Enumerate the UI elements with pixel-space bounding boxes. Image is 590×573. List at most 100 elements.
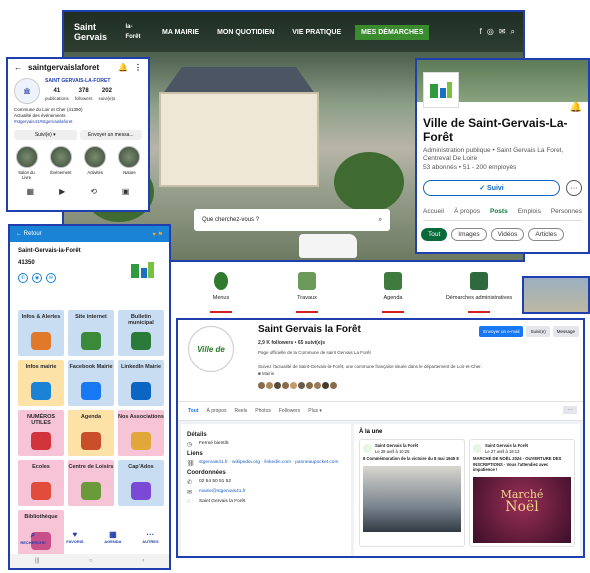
mail-icon[interactable]: ✉ <box>46 273 56 283</box>
app-tile[interactable]: Bulletin municipal <box>118 310 164 356</box>
app-tile[interactable]: Infos & Alertes <box>18 310 64 356</box>
repost-icon[interactable]: ⟲ <box>90 187 97 196</box>
tab-tout[interactable]: Tout <box>188 408 198 414</box>
nav-autres[interactable]: ··· AUTRES <box>142 530 158 554</box>
logo-text-line1: Saint Gervais <box>74 22 108 42</box>
tab-a-propos[interactable]: À propos <box>206 408 226 414</box>
chip-videos[interactable]: Vidéos <box>490 228 525 241</box>
chip-tout[interactable]: Tout <box>421 228 448 241</box>
app-tile[interactable]: Site internet <box>68 310 114 356</box>
heart-icon: ♥ <box>72 530 78 539</box>
facebook-header: Ville de Saint Gervais la Forêt 2,9 K fo… <box>178 320 583 402</box>
reels-icon[interactable]: ▶ <box>59 187 65 196</box>
recents-icon[interactable]: ||| <box>35 558 40 564</box>
back-arrow-icon[interactable]: ← <box>14 63 22 72</box>
stat-following[interactable]: 202 suivi(e)s <box>99 88 116 103</box>
bio-hashtags[interactable]: #stgervais41#stgervaislaforet <box>14 119 142 125</box>
send-email-button[interactable]: Envoyer un e-mail <box>479 326 524 337</box>
links-list[interactable]: stgervais41.fr · wikipedia.org · linkedi… <box>199 460 338 465</box>
quick-link-travaux[interactable]: Travaux <box>264 266 350 316</box>
facebook-category: ■ Mairie <box>258 371 275 376</box>
quick-link-agenda[interactable]: Agenda <box>350 266 436 316</box>
phone-icon[interactable]: ✆ <box>18 273 28 283</box>
app-tile[interactable]: NUMÉROS UTILES <box>18 410 64 456</box>
stat-publications[interactable]: 41 publications <box>45 88 69 103</box>
back-icon[interactable]: ‹ <box>142 558 144 564</box>
following-button[interactable]: Suivi(e) ▾ <box>14 130 77 140</box>
app-tile[interactable]: LinkedIn Mairie <box>118 360 164 406</box>
quick-link-demarches[interactable]: Démarches administratives <box>436 266 522 316</box>
tab-emplois[interactable]: Emplois <box>518 208 541 215</box>
nav-mon-quotidien[interactable]: MON QUOTIDIEN <box>217 29 274 36</box>
nav-ma-mairie[interactable]: MA MAIRIE <box>162 29 199 36</box>
tagged-icon[interactable]: ▣ <box>122 187 130 196</box>
website-logo[interactable]: Saint Gervais la-Forêt <box>74 17 144 47</box>
app-tile[interactable]: Cap'Ados <box>118 460 164 506</box>
tab-posts[interactable]: Posts <box>490 208 508 215</box>
more-options-button[interactable]: ··· <box>566 180 582 196</box>
quick-link-menus[interactable]: Menus <box>178 266 264 316</box>
nav-agenda[interactable]: ▦ AGENDA <box>104 530 121 554</box>
featured-post[interactable]: Saint Gervais la Forêt Le 28 avril à 10:2… <box>359 439 465 547</box>
app-tile[interactable]: Nos Associations <box>118 410 164 456</box>
highlight-item[interactable]: Salon du Livre <box>14 146 39 180</box>
featured-post[interactable]: Saint Gervais la Forêt Le 27 avril à 19:1… <box>469 439 575 547</box>
tab-plus[interactable]: Plus ▾ <box>308 408 322 414</box>
stat-followers[interactable]: 378 followers <box>75 88 93 103</box>
instagram-icon[interactable]: ◎ <box>487 27 494 37</box>
following-button[interactable]: Suivi(e) <box>526 326 550 337</box>
hours-row: ◷ Fermé bientôt <box>187 441 229 448</box>
mobile-app-screenshot: ← Retour ♥ ⚑ Saint-Gervais-la-Forêt 4135… <box>8 224 171 570</box>
instagram-buttons: Suivi(e) ▾ Envoyer un messa... <box>14 130 142 140</box>
bell-icon[interactable]: 🔔 <box>118 63 128 72</box>
app-tile[interactable]: Facebook Mairie <box>68 360 114 406</box>
avatar[interactable]: 🏛 <box>14 78 40 104</box>
email-row: ✉ mairie@stgervais41.fr <box>187 489 246 496</box>
avatar <box>363 444 372 453</box>
website-search-input[interactable]: Que cherchez-vous ? ⌕ <box>194 209 390 231</box>
details-title: Détails <box>187 432 207 438</box>
nav-recherche[interactable]: ⌕ RECHERCHE <box>20 530 45 554</box>
post-text: 8 Commémoration de la victoire du 8 mai … <box>363 456 459 461</box>
mail-icon[interactable]: ✉ <box>499 27 506 37</box>
social-links: f ◎ ✉ ⌕ <box>480 27 515 37</box>
more-options-button[interactable]: ··· <box>563 406 577 414</box>
tab-a-propos[interactable]: À propos <box>454 208 480 215</box>
highlight-item[interactable]: Événement <box>48 146 73 180</box>
tab-followers[interactable]: Followers <box>279 408 300 414</box>
location-icon[interactable]: ◉ <box>32 273 42 283</box>
tab-reels[interactable]: Reels <box>234 408 247 414</box>
nav-favoris[interactable]: ♥ FAVORIS <box>66 530 83 554</box>
send-message-button[interactable]: Envoyer un messa... <box>79 130 142 140</box>
highlight-item[interactable]: Activités <box>83 146 108 180</box>
highlight-item[interactable]: Nature <box>117 146 142 180</box>
tab-photos[interactable]: Photos <box>255 408 271 414</box>
more-icon[interactable]: ⋮ <box>134 63 142 72</box>
facebook-followers[interactable]: 2,9 K followers • 65 suivi(e)s <box>258 340 325 346</box>
app-tile[interactable]: Agenda <box>68 410 114 456</box>
grid-icon[interactable]: ▦ <box>27 187 35 196</box>
app-tile[interactable]: Ecoles <box>18 460 64 506</box>
tile-icon <box>131 432 151 450</box>
avatar[interactable]: Ville de <box>188 326 234 372</box>
tab-personnes[interactable]: Personnes <box>551 208 582 215</box>
search-icon[interactable]: ⌕ <box>511 27 515 37</box>
search-icon[interactable]: ⌕ <box>379 217 382 224</box>
home-icon[interactable]: ○ <box>89 558 93 564</box>
tab-accueil[interactable]: Accueil <box>423 208 444 215</box>
bell-icon[interactable]: 🔔 <box>570 102 582 113</box>
chip-articles[interactable]: Articles <box>528 228 564 241</box>
facebook-icon[interactable]: f <box>480 27 482 37</box>
message-button[interactable]: Message <box>552 326 579 337</box>
instagram-profile-block: 🏛 SAINT GERVAIS-LA-FORET 41 publications … <box>14 78 142 104</box>
chip-images[interactable]: Images <box>451 228 487 241</box>
follow-button[interactable]: ✓ Suivi <box>423 180 560 196</box>
app-tile[interactable]: Infos mairie <box>18 360 64 406</box>
nav-vie-pratique[interactable]: VIE PRATIQUE <box>292 29 341 36</box>
instagram-bio: Commune du Loir et Cher (41350) Actualit… <box>14 107 142 125</box>
featured-posts: Saint Gervais la Forêt Le 28 avril à 10:2… <box>359 439 575 547</box>
back-button[interactable]: ← Retour <box>16 231 42 237</box>
app-tile[interactable]: Centre de Loisirs <box>68 460 114 506</box>
nav-mes-demarches[interactable]: MES DÉMARCHES <box>355 24 430 40</box>
roadwork-icon <box>298 272 316 290</box>
